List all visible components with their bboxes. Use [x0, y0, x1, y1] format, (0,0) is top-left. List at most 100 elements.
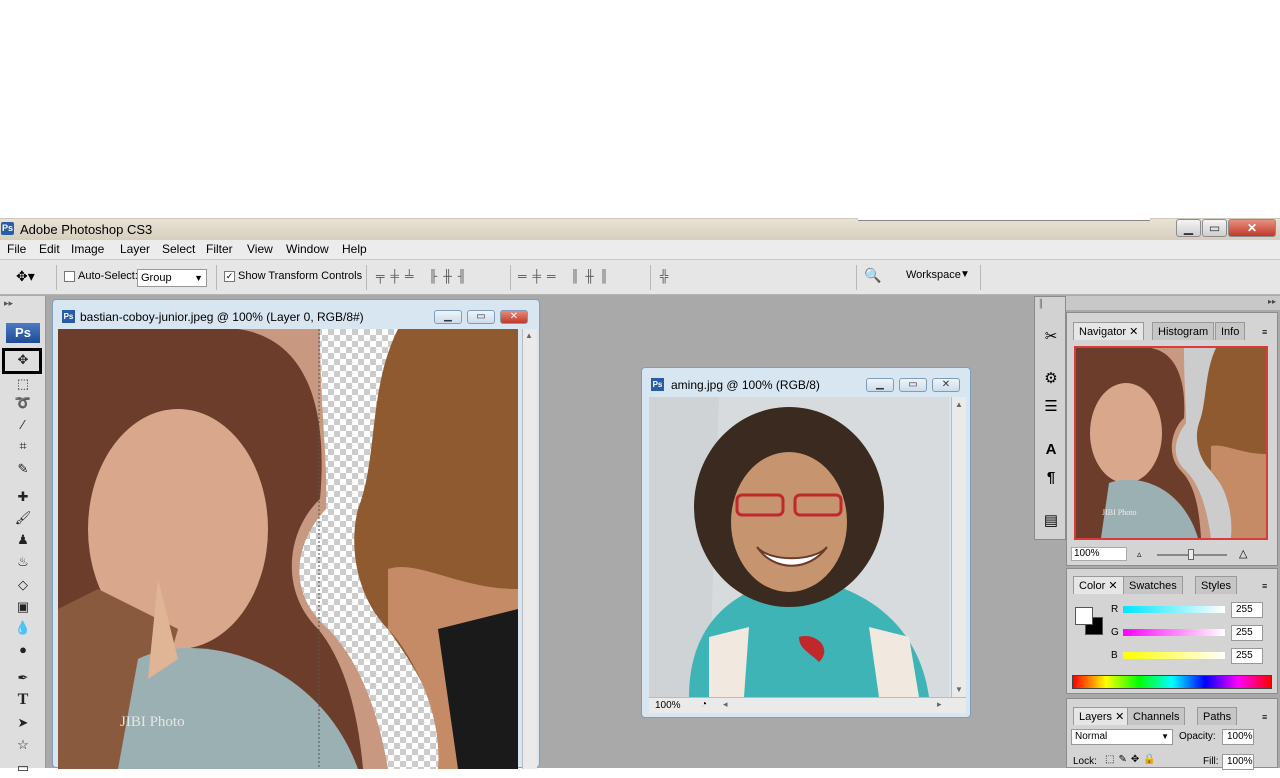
- eraser-tool-icon[interactable]: ◇: [12, 575, 34, 595]
- blend-mode-value: Normal: [1075, 731, 1108, 742]
- close-button[interactable]: ✕: [1228, 219, 1276, 237]
- eyedropper-tool-icon[interactable]: ✎: [12, 459, 34, 479]
- channel-g-value[interactable]: 255: [1231, 625, 1263, 641]
- layer-comps-icon[interactable]: ▤: [1040, 511, 1062, 533]
- restore-button[interactable]: ▭: [1202, 219, 1227, 237]
- channel-g-slider[interactable]: [1123, 629, 1225, 636]
- channel-b-value[interactable]: 255: [1231, 648, 1263, 664]
- document-canvas[interactable]: [649, 397, 949, 697]
- doc-close-button[interactable]: ✕: [500, 310, 528, 324]
- marquee-tool-icon[interactable]: ⬚: [12, 374, 34, 394]
- tab-swatches[interactable]: Swatches: [1123, 576, 1183, 594]
- menu-file[interactable]: File: [7, 242, 26, 256]
- file-browser-icon[interactable]: 🔍: [864, 267, 881, 284]
- type-tool-icon[interactable]: T: [12, 690, 34, 710]
- menu-layer[interactable]: Layer: [120, 242, 150, 256]
- brush-tool-icon[interactable]: 🖌: [12, 508, 34, 528]
- menu-select[interactable]: Select: [162, 242, 195, 256]
- dodge-tool-icon[interactable]: ●: [12, 640, 34, 660]
- pen-tool-icon[interactable]: ✒: [12, 668, 34, 688]
- actions-icon[interactable]: ⚙: [1040, 369, 1062, 391]
- tab-info[interactable]: Info: [1215, 322, 1246, 340]
- dock-collapse-icon[interactable]: ║: [1038, 299, 1044, 308]
- history-icon[interactable]: ☰: [1040, 397, 1062, 419]
- clone-stamp-tool-icon[interactable]: ♟: [12, 530, 34, 550]
- tab-color[interactable]: Color ✕: [1073, 576, 1124, 594]
- document-window-aming: Ps aming.jpg @ 100% (RGB/8) ▁ ▭ ✕ ▲ ▼ 10…: [641, 367, 971, 718]
- notes-tool-icon[interactable]: ▭: [12, 758, 34, 778]
- magic-wand-tool-icon[interactable]: ⁄: [12, 415, 34, 435]
- tab-layers[interactable]: Layers ✕: [1073, 707, 1131, 725]
- auto-select-value: Group: [141, 272, 172, 284]
- doc-close-button[interactable]: ✕: [932, 378, 960, 392]
- channel-r-slider[interactable]: [1123, 606, 1225, 613]
- document-window-bastian: Ps bastian-coboy-junior.jpeg @ 100% (Lay…: [52, 299, 540, 769]
- menu-bar: File Edit Image Layer Select Filter View…: [0, 240, 1280, 260]
- auto-select-dropdown[interactable]: Group ▼: [137, 269, 207, 287]
- workspace-button[interactable]: Workspace: [906, 269, 961, 281]
- distribute-icons-group[interactable]: ═╪═ ║╫║: [518, 269, 614, 283]
- auto-align-icon[interactable]: ╬: [660, 269, 669, 283]
- zoom-in-icon[interactable]: △: [1239, 547, 1247, 560]
- zoom-level[interactable]: 100%: [655, 700, 681, 711]
- channel-b-slider[interactable]: [1123, 652, 1225, 659]
- character-icon[interactable]: A: [1040, 441, 1062, 463]
- auto-select-checkbox[interactable]: [64, 271, 75, 282]
- healing-brush-tool-icon[interactable]: ✚: [12, 487, 34, 507]
- doc-minimize-button[interactable]: ▁: [866, 378, 894, 392]
- vertical-scrollbar[interactable]: ▲ ▼: [951, 397, 966, 697]
- crop-tool-icon[interactable]: ⌗: [12, 436, 34, 456]
- menu-edit[interactable]: Edit: [39, 242, 60, 256]
- tab-paths[interactable]: Paths: [1197, 707, 1238, 725]
- blur-tool-icon[interactable]: 💧: [12, 618, 34, 638]
- lock-icons[interactable]: ⬚✎✥🔒: [1105, 754, 1160, 765]
- show-transform-checkbox[interactable]: ✓: [224, 271, 235, 282]
- panel-expand-icon[interactable]: ▸▸: [1268, 297, 1276, 306]
- shape-tool-icon[interactable]: ☆: [12, 735, 34, 755]
- tab-histogram[interactable]: Histogram: [1152, 322, 1215, 340]
- channel-r-value[interactable]: 255: [1231, 602, 1263, 618]
- vertical-scrollbar[interactable]: ▲: [522, 329, 537, 769]
- scroll-left-icon[interactable]: ◂: [723, 699, 728, 710]
- doc-restore-button[interactable]: ▭: [899, 378, 927, 392]
- move-tool-icon[interactable]: ✥: [12, 350, 34, 370]
- scroll-right-icon[interactable]: ▸: [937, 699, 942, 710]
- paragraph-icon[interactable]: ¶: [1040, 469, 1062, 491]
- menu-image[interactable]: Image: [71, 242, 104, 256]
- blend-mode-dropdown[interactable]: Normal ▼: [1071, 729, 1173, 745]
- menu-window[interactable]: Window: [286, 242, 329, 256]
- navigator-thumbnail[interactable]: JIBI Photo: [1074, 346, 1268, 540]
- color-spectrum-bar[interactable]: [1072, 675, 1272, 689]
- zoom-slider-handle[interactable]: [1188, 549, 1194, 560]
- lasso-tool-icon[interactable]: ➰: [12, 393, 34, 413]
- minimize-button[interactable]: ▁: [1176, 219, 1201, 237]
- channel-g-label: G: [1111, 627, 1119, 638]
- tab-navigator[interactable]: Navigator ✕: [1073, 322, 1145, 340]
- doc-minimize-button[interactable]: ▁: [434, 310, 462, 324]
- tab-label: Paths: [1203, 711, 1232, 723]
- menu-filter[interactable]: Filter: [206, 242, 233, 256]
- document-canvas[interactable]: JIBI Photo: [58, 329, 518, 769]
- opacity-value[interactable]: 100%: [1222, 729, 1254, 745]
- panel-menu-icon[interactable]: ≡: [1262, 581, 1267, 591]
- gradient-tool-icon[interactable]: ▣: [12, 597, 34, 617]
- panel-collapse-icon[interactable]: ▸▸: [4, 298, 13, 309]
- panel-menu-icon[interactable]: ≡: [1262, 327, 1267, 337]
- doc-restore-button[interactable]: ▭: [467, 310, 495, 324]
- navigator-zoom-field[interactable]: 100%: [1071, 547, 1127, 561]
- status-menu-icon[interactable]: ◔: [701, 699, 707, 710]
- align-icons-group[interactable]: ╤╪╧ ╟╫╢: [376, 269, 472, 283]
- tab-label: Styles: [1201, 580, 1231, 592]
- tab-channels[interactable]: Channels: [1127, 707, 1186, 725]
- menu-help[interactable]: Help: [342, 242, 367, 256]
- opacity-label: Opacity:: [1179, 731, 1216, 742]
- foreground-color-swatch[interactable]: [1075, 607, 1093, 625]
- zoom-out-icon[interactable]: ▵: [1137, 549, 1142, 560]
- tab-styles[interactable]: Styles: [1195, 576, 1237, 594]
- history-brush-tool-icon[interactable]: ♨: [12, 552, 34, 572]
- path-selection-tool-icon[interactable]: ➤: [12, 713, 34, 733]
- tool-presets-icon[interactable]: ✂: [1040, 327, 1062, 349]
- move-tool-preset-icon[interactable]: ✥▾: [16, 268, 35, 285]
- menu-view[interactable]: View: [247, 242, 273, 256]
- panel-menu-icon[interactable]: ≡: [1262, 712, 1267, 722]
